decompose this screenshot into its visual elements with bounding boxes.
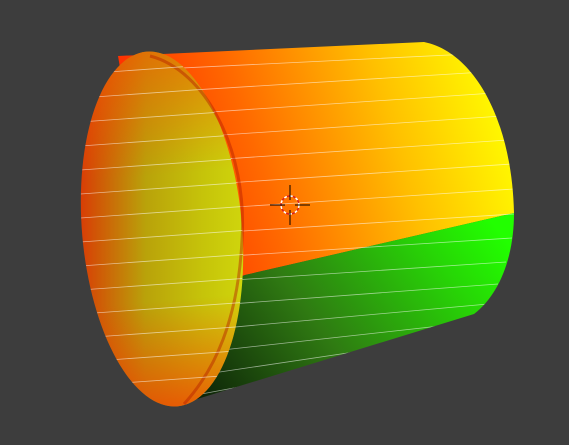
viewport-canvas[interactable]: [0, 0, 569, 445]
3d-viewport[interactable]: [0, 0, 569, 445]
